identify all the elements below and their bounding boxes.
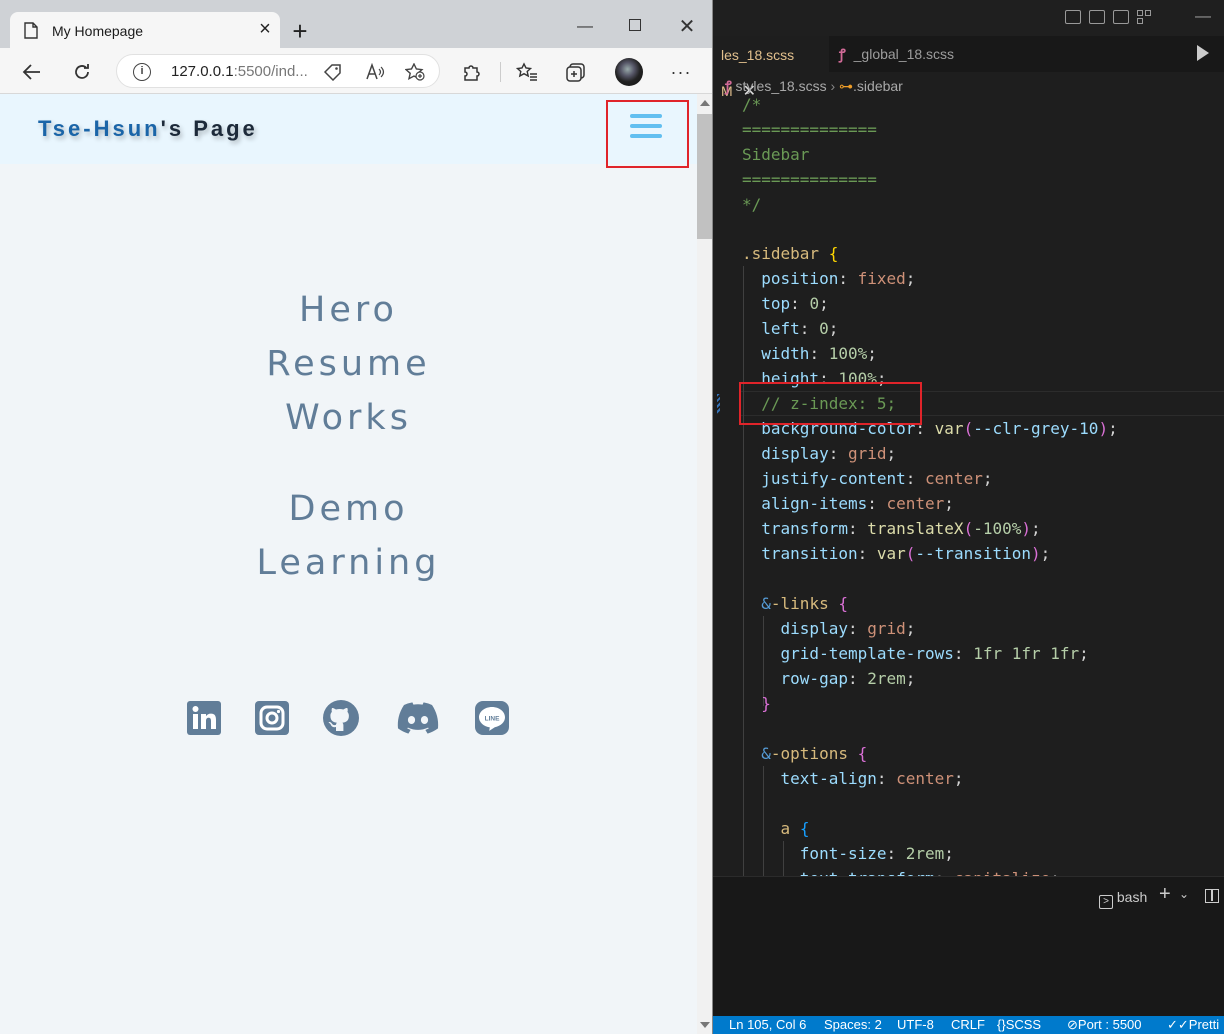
collections-button[interactable]	[563, 58, 591, 86]
browser-tab[interactable]: My Homepage ×	[10, 12, 280, 48]
new-tab-button[interactable]: +	[286, 18, 314, 46]
language-mode[interactable]: {} SCSS	[997, 1016, 1041, 1034]
tab-active-label: les_18.scss	[721, 47, 795, 63]
favorites-button[interactable]	[513, 58, 541, 86]
refresh-icon	[75, 64, 89, 79]
modified-gutter-marker	[717, 394, 720, 414]
discord-icon[interactable]	[396, 700, 440, 736]
tab-styles-18[interactable]: les_18.scss M ✕	[713, 36, 829, 100]
toggle-panel-icon[interactable]	[1089, 10, 1105, 24]
line-icon[interactable]: LINE	[474, 700, 510, 736]
live-server-port[interactable]: ⊘ Port : 5500	[1067, 1016, 1142, 1034]
breadcrumb-symbol[interactable]: .sidebar	[853, 78, 903, 94]
run-icon[interactable]	[1197, 45, 1209, 61]
toggle-sidebar-icon[interactable]	[1065, 10, 1081, 24]
minimize-vscode-button[interactable]: —	[1195, 8, 1211, 26]
annotation-highlight-box	[739, 382, 922, 425]
line-icon-label: LINE	[485, 716, 500, 723]
terminal-selector[interactable]: > bash	[1099, 889, 1147, 909]
prettier-label: Pretti	[1188, 1017, 1220, 1032]
collections-icon	[566, 63, 585, 82]
port-label: Port : 5500	[1077, 1017, 1142, 1032]
tab-global-18[interactable]: ꝭ _global_18.scss	[831, 36, 995, 72]
editor-tabs: les_18.scss M ✕ ꝭ _global_18.scss	[713, 36, 1224, 100]
nav-link-learning[interactable]: Learning	[0, 543, 697, 583]
code-editor[interactable]: /* ============== Sidebar ==============…	[713, 96, 1224, 876]
back-button[interactable]	[18, 58, 46, 86]
sass-icon: ꝭ	[725, 78, 732, 94]
site-info-icon[interactable]: i	[133, 63, 151, 81]
tab-inactive-label: _global_18.scss	[853, 46, 955, 62]
split-terminal-icon[interactable]	[1205, 889, 1219, 903]
maximize-button[interactable]	[620, 14, 650, 40]
line-ending[interactable]: CRLF	[951, 1016, 985, 1034]
refresh-button[interactable]	[68, 58, 96, 86]
vscode-window: — les_18.scss M ✕ ꝭ _global_18.scss ꝭ styl…	[713, 0, 1224, 1034]
logo-name: Tse-Hsun	[38, 116, 161, 141]
cursor-position[interactable]: Ln 105, Col 6	[729, 1016, 806, 1034]
tab-title: My Homepage	[52, 23, 144, 39]
scroll-down-icon[interactable]	[700, 1022, 710, 1028]
extensions-button[interactable]	[458, 58, 486, 86]
scrollbar-thumb[interactable]	[697, 114, 712, 239]
annotation-highlight-box	[606, 100, 689, 168]
page-icon	[24, 22, 38, 39]
favorites-icon	[516, 62, 537, 81]
browser-window: My Homepage × + — ✕ i 127.0.0.1:5500/ind…	[0, 0, 713, 1034]
sass-icon: ꝭ	[839, 46, 846, 62]
language-label: SCSS	[1005, 1017, 1042, 1032]
status-bar: Ln 105, Col 6 Spaces: 2 UTF-8 CRLF {} SC…	[713, 1016, 1224, 1034]
toolbar-divider	[500, 62, 501, 82]
nav-link-hero[interactable]: Hero	[0, 290, 697, 330]
browser-toolbar: i 127.0.0.1:5500/ind... ···	[0, 48, 712, 94]
site-logo[interactable]: Tse-Hsun's Page	[38, 116, 258, 142]
new-terminal-icon[interactable]: +	[1159, 883, 1171, 906]
terminal-icon: >	[1099, 895, 1113, 909]
symbol-icon: ⊶	[839, 78, 854, 94]
terminal-label: bash	[1116, 889, 1148, 905]
nav-link-demo[interactable]: Demo	[0, 489, 697, 529]
chevron-down-icon[interactable]: ⌄	[1179, 887, 1189, 901]
tag-icon[interactable]	[323, 63, 343, 81]
social-links: LINE	[186, 700, 526, 736]
nav-link-resume[interactable]: Resume	[0, 344, 697, 384]
vscode-titlebar: —	[713, 0, 1224, 36]
close-window-button[interactable]: ✕	[672, 14, 702, 40]
url-rest: :5500/ind...	[233, 63, 308, 80]
breadcrumb-file[interactable]: styles_18.scss	[736, 78, 827, 94]
github-icon[interactable]	[322, 700, 360, 736]
puzzle-icon	[464, 65, 480, 81]
linkedin-icon[interactable]	[186, 700, 222, 736]
profile-avatar[interactable]	[615, 58, 643, 86]
prettier-status[interactable]: ✓✓ Pretti	[1167, 1016, 1219, 1034]
logo-suffix: 's Page	[160, 116, 258, 141]
terminal-panel: > bash + ⌄	[713, 876, 1224, 1016]
maximize-icon	[629, 19, 641, 31]
add-favorite-icon[interactable]	[405, 63, 425, 81]
back-arrow-icon	[22, 64, 40, 80]
instagram-icon[interactable]	[254, 700, 290, 736]
encoding[interactable]: UTF-8	[897, 1016, 934, 1034]
url-host: 127.0.0.1	[171, 63, 234, 80]
close-tab-icon[interactable]: ×	[255, 19, 275, 39]
page-scrollbar[interactable]	[697, 94, 712, 1034]
address-bar[interactable]: i 127.0.0.1:5500/ind...	[116, 54, 440, 88]
nav-link-works[interactable]: Works	[0, 398, 697, 438]
site-navbar: Tse-Hsun's Page	[0, 94, 697, 164]
address-url[interactable]: 127.0.0.1:5500/ind...	[171, 63, 308, 80]
page-viewport: Tse-Hsun's Page Hero Resume Works Demo L…	[0, 94, 697, 1034]
toggle-secondary-sidebar-icon[interactable]	[1113, 10, 1129, 24]
minimize-button[interactable]: —	[570, 14, 600, 40]
tab-strip: My Homepage × + — ✕	[0, 0, 712, 48]
more-menu-button[interactable]: ···	[667, 58, 695, 86]
scroll-up-icon[interactable]	[700, 100, 710, 106]
indentation[interactable]: Spaces: 2	[824, 1016, 882, 1034]
customize-layout-icon[interactable]	[1137, 10, 1151, 24]
read-aloud-icon[interactable]	[365, 63, 385, 81]
